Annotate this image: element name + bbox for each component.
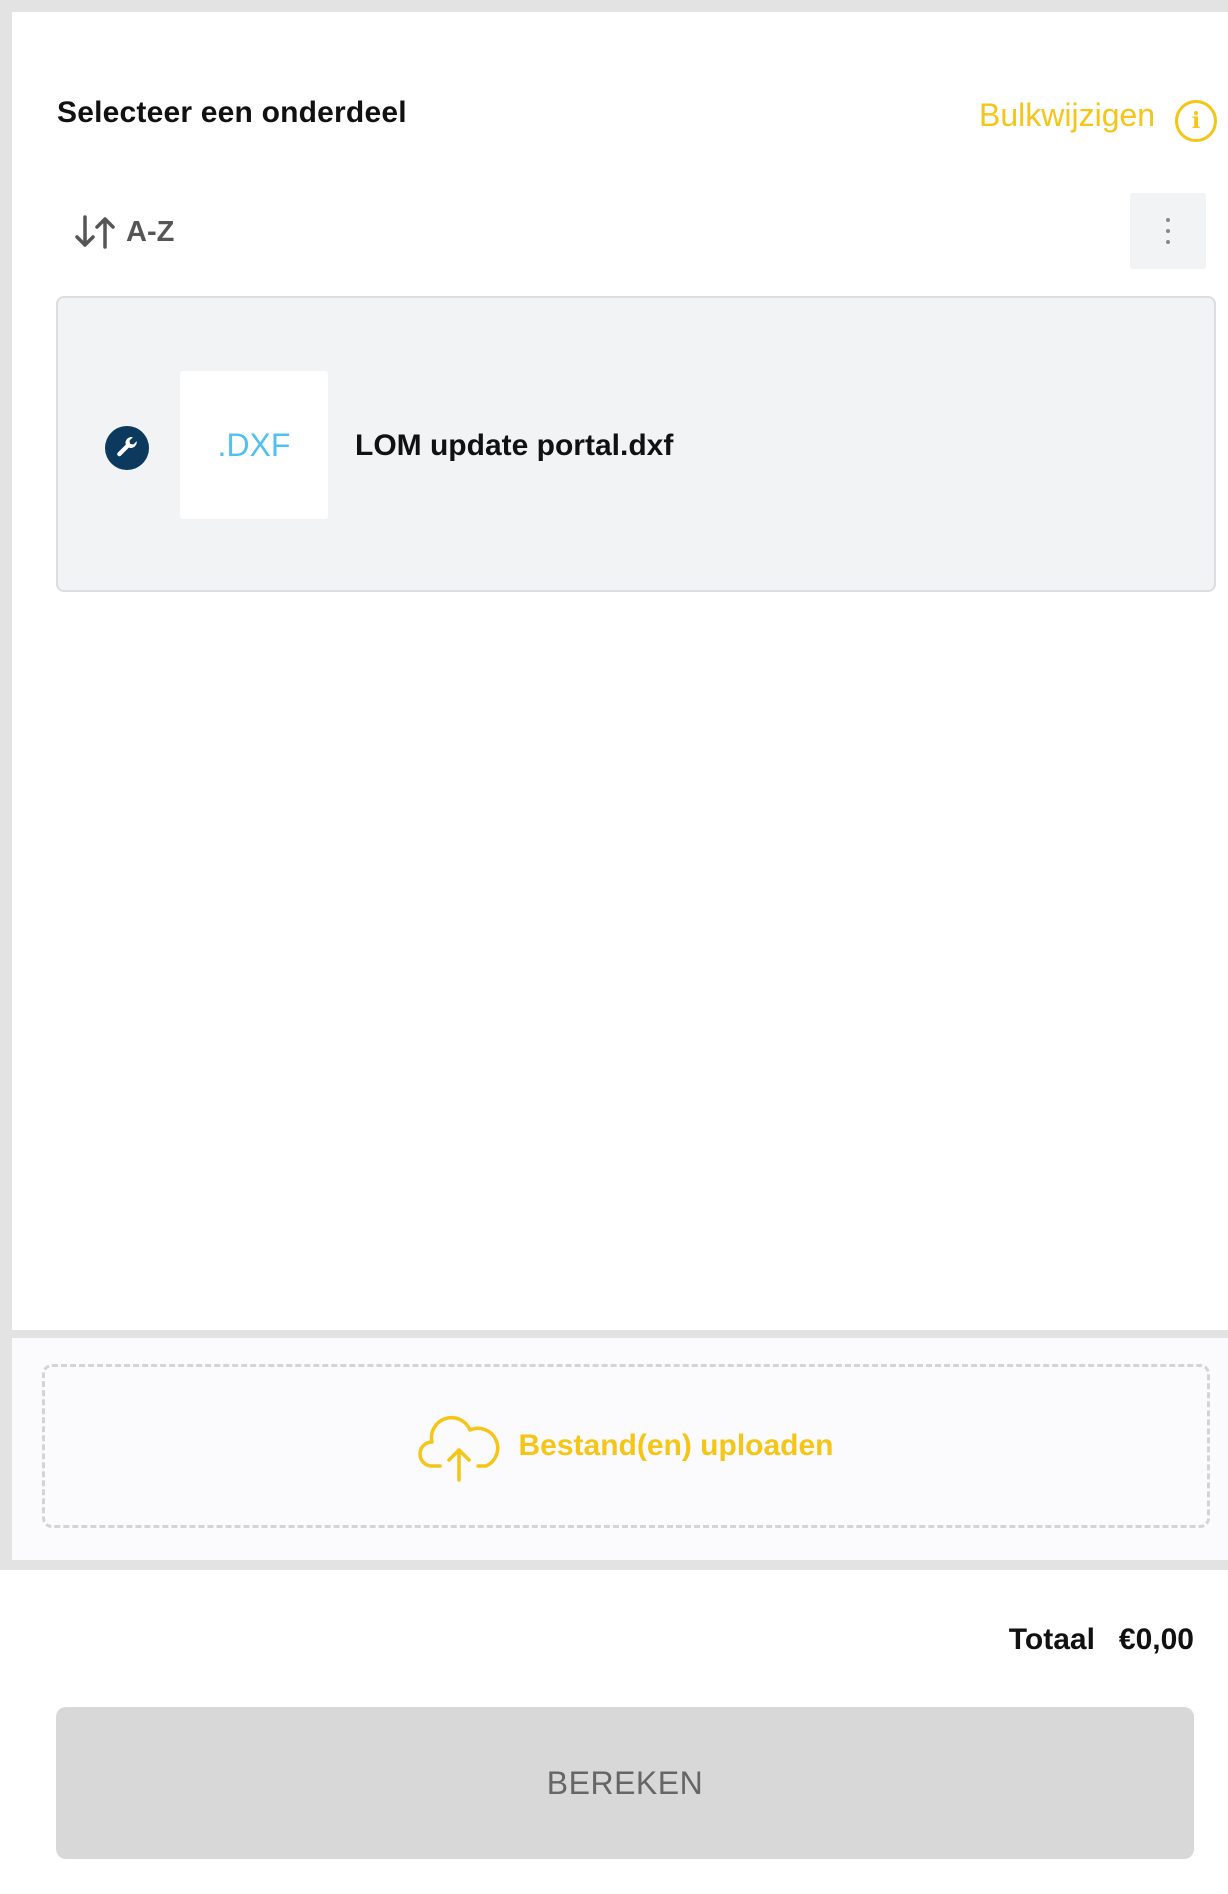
upload-dropzone[interactable]: Bestand(en) uploaden bbox=[42, 1364, 1210, 1528]
total-value: €0,00 bbox=[1118, 1623, 1194, 1656]
file-name: LOM update portal.dxf bbox=[355, 429, 674, 462]
file-type-label: .DXF bbox=[217, 426, 291, 463]
part-selection-panel: Selecteer een onderdeel Bulkwijzigen i A… bbox=[12, 12, 1228, 1330]
file-thumbnail: .DXF bbox=[180, 371, 328, 519]
calculate-button[interactable]: BEREKEN bbox=[56, 1707, 1194, 1859]
page-title: Selecteer een onderdeel bbox=[57, 96, 407, 129]
cloud-upload-icon bbox=[418, 1415, 500, 1482]
wrench-icon bbox=[105, 426, 149, 470]
more-options-button[interactable] bbox=[1130, 193, 1206, 269]
sort-label: A-Z bbox=[126, 215, 175, 248]
total-label: Totaal bbox=[1008, 1623, 1095, 1656]
upload-section: Bestand(en) uploaden bbox=[12, 1338, 1228, 1560]
upload-label: Bestand(en) uploaden bbox=[518, 1429, 834, 1462]
footer: Totaal €0,00 BEREKEN bbox=[0, 1570, 1228, 1894]
bulk-edit-link[interactable]: Bulkwijzigen bbox=[979, 97, 1155, 134]
sort-icon bbox=[75, 215, 115, 249]
part-card[interactable]: .DXF LOM update portal.dxf bbox=[56, 296, 1216, 592]
sort-button[interactable]: A-Z bbox=[74, 212, 174, 252]
more-vertical-icon bbox=[1166, 218, 1170, 244]
info-icon[interactable]: i bbox=[1175, 100, 1217, 142]
total-summary: Totaal €0,00 bbox=[1009, 1623, 1194, 1657]
